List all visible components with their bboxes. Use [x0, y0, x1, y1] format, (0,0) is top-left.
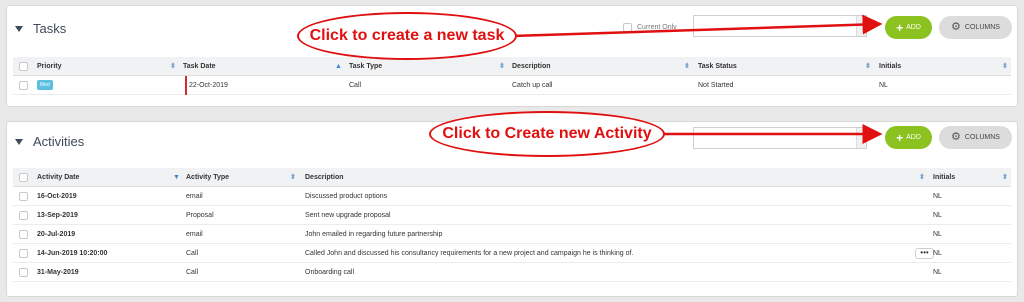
- activities-table-header: Activity Date ▼ Activity Type ⬍ Descript…: [13, 168, 1011, 187]
- initials-cell: NL: [933, 193, 942, 200]
- tasks-search-input[interactable]: [693, 15, 867, 37]
- gear-icon: ⚙: [951, 131, 961, 143]
- col-task-date[interactable]: Task Date: [183, 57, 216, 76]
- tasks-title: Tasks: [33, 21, 67, 36]
- activity-type-cell: email: [186, 231, 203, 238]
- table-row[interactable]: 31-May-2019 Call Onboarding call NL: [13, 263, 1011, 282]
- activity-type-cell: Proposal: [186, 212, 214, 219]
- row-checkbox[interactable]: [19, 211, 28, 220]
- activity-description-cell: Sent new upgrade proposal: [305, 212, 391, 219]
- table-row[interactable]: Med 22-Oct-2019 Call Catch up call Not S…: [13, 76, 1011, 95]
- activity-description-cell: Discussed product options: [305, 193, 388, 200]
- gear-icon: ⚙: [951, 21, 961, 33]
- add-task-button[interactable]: + ADD: [885, 16, 932, 39]
- add-activity-button[interactable]: + ADD: [885, 126, 932, 149]
- search-box-grip: [856, 16, 866, 36]
- row-checkbox[interactable]: [19, 249, 28, 258]
- current-only-checkbox[interactable]: [623, 23, 632, 32]
- more-options-button[interactable]: •••: [915, 248, 934, 259]
- initials-cell: NL: [933, 212, 942, 219]
- activity-date-cell: 16-Oct-2019: [37, 193, 77, 200]
- initials-cell: NL: [933, 269, 942, 276]
- activity-type-cell: Call: [186, 250, 199, 257]
- plus-icon: +: [896, 20, 904, 35]
- task-type-cell: Call: [349, 82, 362, 89]
- table-row[interactable]: 13-Sep-2019 Proposal Sent new upgrade pr…: [13, 206, 1011, 225]
- sort-icon[interactable]: ⬍: [919, 168, 925, 187]
- sort-desc-icon[interactable]: ▼: [173, 168, 180, 187]
- activity-description-cell: Onboarding call: [305, 269, 355, 276]
- col-initials[interactable]: Initials: [933, 168, 955, 187]
- activities-table: Activity Date ▼ Activity Type ⬍ Descript…: [13, 168, 1011, 282]
- sort-asc-icon[interactable]: ▲: [335, 57, 342, 76]
- col-activity-type[interactable]: Activity Type: [186, 168, 229, 187]
- sort-icon[interactable]: ⬍: [684, 57, 690, 76]
- col-activity-date[interactable]: Activity Date: [37, 168, 79, 187]
- sort-icon[interactable]: ⬍: [290, 168, 296, 187]
- activity-date-cell: 20-Jul-2019: [37, 231, 76, 238]
- activity-type-cell: Call: [186, 269, 199, 276]
- activity-date-cell: 31-May-2019: [37, 269, 79, 276]
- activities-columns-button[interactable]: ⚙ COLUMNS: [939, 126, 1012, 149]
- activity-description-cell: Called John and discussed his consultanc…: [305, 250, 634, 257]
- task-callout: Click to create a new task: [297, 12, 517, 60]
- initials-cell: NL: [879, 82, 888, 89]
- row-checkbox[interactable]: [19, 230, 28, 239]
- priority-cell: Med: [37, 76, 53, 95]
- table-row[interactable]: 14-Jun-2019 10:20:00 Call Called John an…: [13, 244, 1011, 263]
- activity-description-cell: John emailed in regarding future partner…: [305, 231, 443, 238]
- current-only-filter[interactable]: Current Only: [623, 23, 677, 32]
- priority-badge: Med: [37, 80, 53, 91]
- tasks-table: Priority ⬍ Task Date ▲ Task Type ⬍ Descr…: [13, 57, 1011, 95]
- collapse-caret-icon[interactable]: [15, 25, 23, 32]
- sort-icon[interactable]: ⬍: [865, 57, 871, 76]
- activity-type-cell: email: [186, 193, 203, 200]
- tasks-columns-label: COLUMNS: [964, 24, 1000, 31]
- activity-callout-text: Click to Create new Activity: [442, 125, 652, 142]
- row-checkbox[interactable]: [19, 192, 28, 201]
- col-description[interactable]: Description: [512, 57, 551, 76]
- current-only-label: Current Only: [637, 24, 677, 31]
- select-all-checkbox[interactable]: [19, 173, 28, 182]
- col-description[interactable]: Description: [305, 168, 344, 187]
- initials-cell: NL: [933, 250, 942, 257]
- collapse-caret-icon[interactable]: [15, 138, 23, 145]
- tasks-panel: Tasks Current Only + ADD ⚙ COLUMNS Prior…: [6, 5, 1018, 107]
- table-row[interactable]: 20-Jul-2019 email John emailed in regard…: [13, 225, 1011, 244]
- plus-icon: +: [896, 130, 904, 145]
- initials-cell: NL: [933, 231, 942, 238]
- select-all-checkbox[interactable]: [19, 62, 28, 71]
- activities-columns-label: COLUMNS: [964, 134, 1000, 141]
- activities-title: Activities: [33, 134, 85, 149]
- sort-icon[interactable]: ⬍: [1002, 57, 1008, 76]
- sort-icon[interactable]: ⬍: [499, 57, 505, 76]
- overdue-marker: [185, 76, 187, 95]
- add-task-label: ADD: [906, 24, 921, 31]
- activity-callout: Click to Create new Activity: [429, 111, 665, 157]
- col-task-status[interactable]: Task Status: [698, 57, 737, 76]
- activity-date-cell: 13-Sep-2019: [37, 212, 78, 219]
- task-date-cell: 22-Oct-2019: [189, 82, 228, 89]
- col-priority[interactable]: Priority: [37, 57, 62, 76]
- table-row[interactable]: 16-Oct-2019 email Discussed product opti…: [13, 187, 1011, 206]
- tasks-header-toggle[interactable]: Tasks: [15, 21, 66, 36]
- description-cell: Catch up call: [512, 82, 553, 89]
- status-cell: Not Started: [698, 82, 734, 89]
- activities-header-toggle[interactable]: Activities: [15, 134, 84, 149]
- search-box-grip: [856, 128, 866, 148]
- task-callout-text: Click to create a new task: [309, 27, 505, 44]
- add-activity-label: ADD: [906, 134, 921, 141]
- activities-search-input[interactable]: [693, 127, 867, 149]
- tasks-table-header: Priority ⬍ Task Date ▲ Task Type ⬍ Descr…: [13, 57, 1011, 76]
- col-initials[interactable]: Initials: [879, 57, 901, 76]
- col-task-type[interactable]: Task Type: [349, 57, 382, 76]
- row-checkbox[interactable]: [19, 268, 28, 277]
- activity-date-cell: 14-Jun-2019 10:20:00: [37, 250, 108, 257]
- tasks-columns-button[interactable]: ⚙ COLUMNS: [939, 16, 1012, 39]
- sort-icon[interactable]: ⬍: [1002, 168, 1008, 187]
- sort-icon[interactable]: ⬍: [170, 57, 176, 76]
- row-checkbox[interactable]: [19, 81, 28, 90]
